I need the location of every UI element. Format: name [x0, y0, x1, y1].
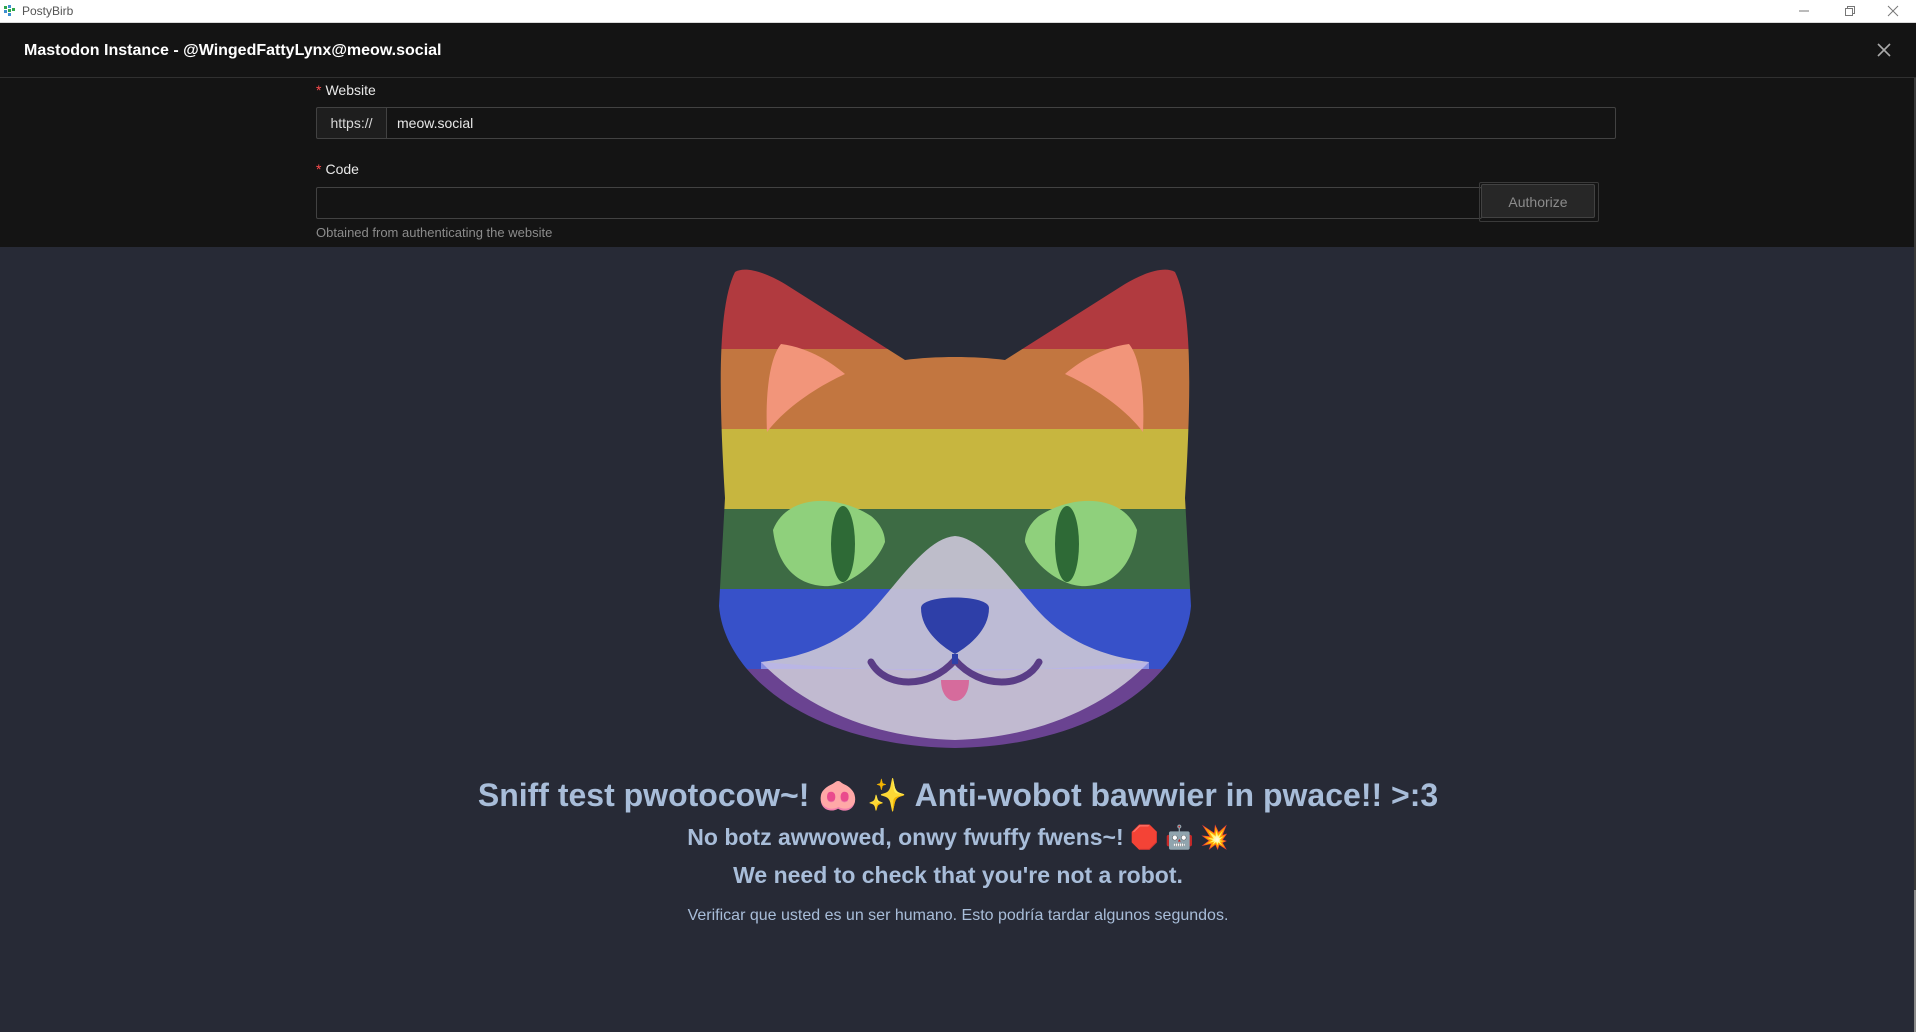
- code-label-text: Code: [325, 161, 359, 177]
- minimize-icon: [1799, 10, 1809, 12]
- minimize-button[interactable]: [1781, 0, 1827, 22]
- website-label-text: Website: [325, 82, 376, 98]
- modal-header: Mastodon Instance - @WingedFattyLynx@meo…: [0, 23, 1916, 78]
- website-prefix: https://: [316, 107, 387, 139]
- authorize-button[interactable]: Authorize: [1481, 184, 1595, 218]
- login-form: [0, 78, 1914, 247]
- app-title: PostyBirb: [22, 4, 74, 18]
- restore-button[interactable]: [1827, 0, 1873, 22]
- challenge-description: Verificar que usted es un ser humano. Es…: [687, 907, 1229, 924]
- code-input[interactable]: [316, 187, 1482, 219]
- website-label: * Website: [316, 81, 376, 99]
- website-input[interactable]: [386, 107, 1616, 139]
- window-titlebar: PostyBirb: [0, 0, 1916, 23]
- postybirb-logo-icon: [4, 5, 15, 16]
- modal-title: Mastodon Instance - @WingedFattyLynx@meo…: [24, 42, 442, 59]
- challenge-subheading: No botz awwowed, onwy fwuffy fwens~! 🛑 🤖…: [687, 824, 1229, 850]
- code-label: * Code: [316, 160, 359, 178]
- robot-check-notice: We need to check that you're not a robot…: [733, 862, 1183, 888]
- code-help-text: Obtained from authenticating the website: [316, 225, 553, 240]
- required-mark: *: [316, 161, 322, 177]
- close-icon[interactable]: [1874, 40, 1894, 60]
- restore-icon: [1845, 6, 1855, 16]
- challenge-heading: Sniff test pwotocow~! 🐽 ✨ Anti-wobot baw…: [477, 777, 1439, 813]
- close-icon: [1887, 5, 1899, 17]
- window-close-button[interactable]: [1870, 0, 1916, 22]
- required-mark: *: [316, 82, 322, 98]
- rainbow-cat-mascot-icon: [719, 269, 1191, 748]
